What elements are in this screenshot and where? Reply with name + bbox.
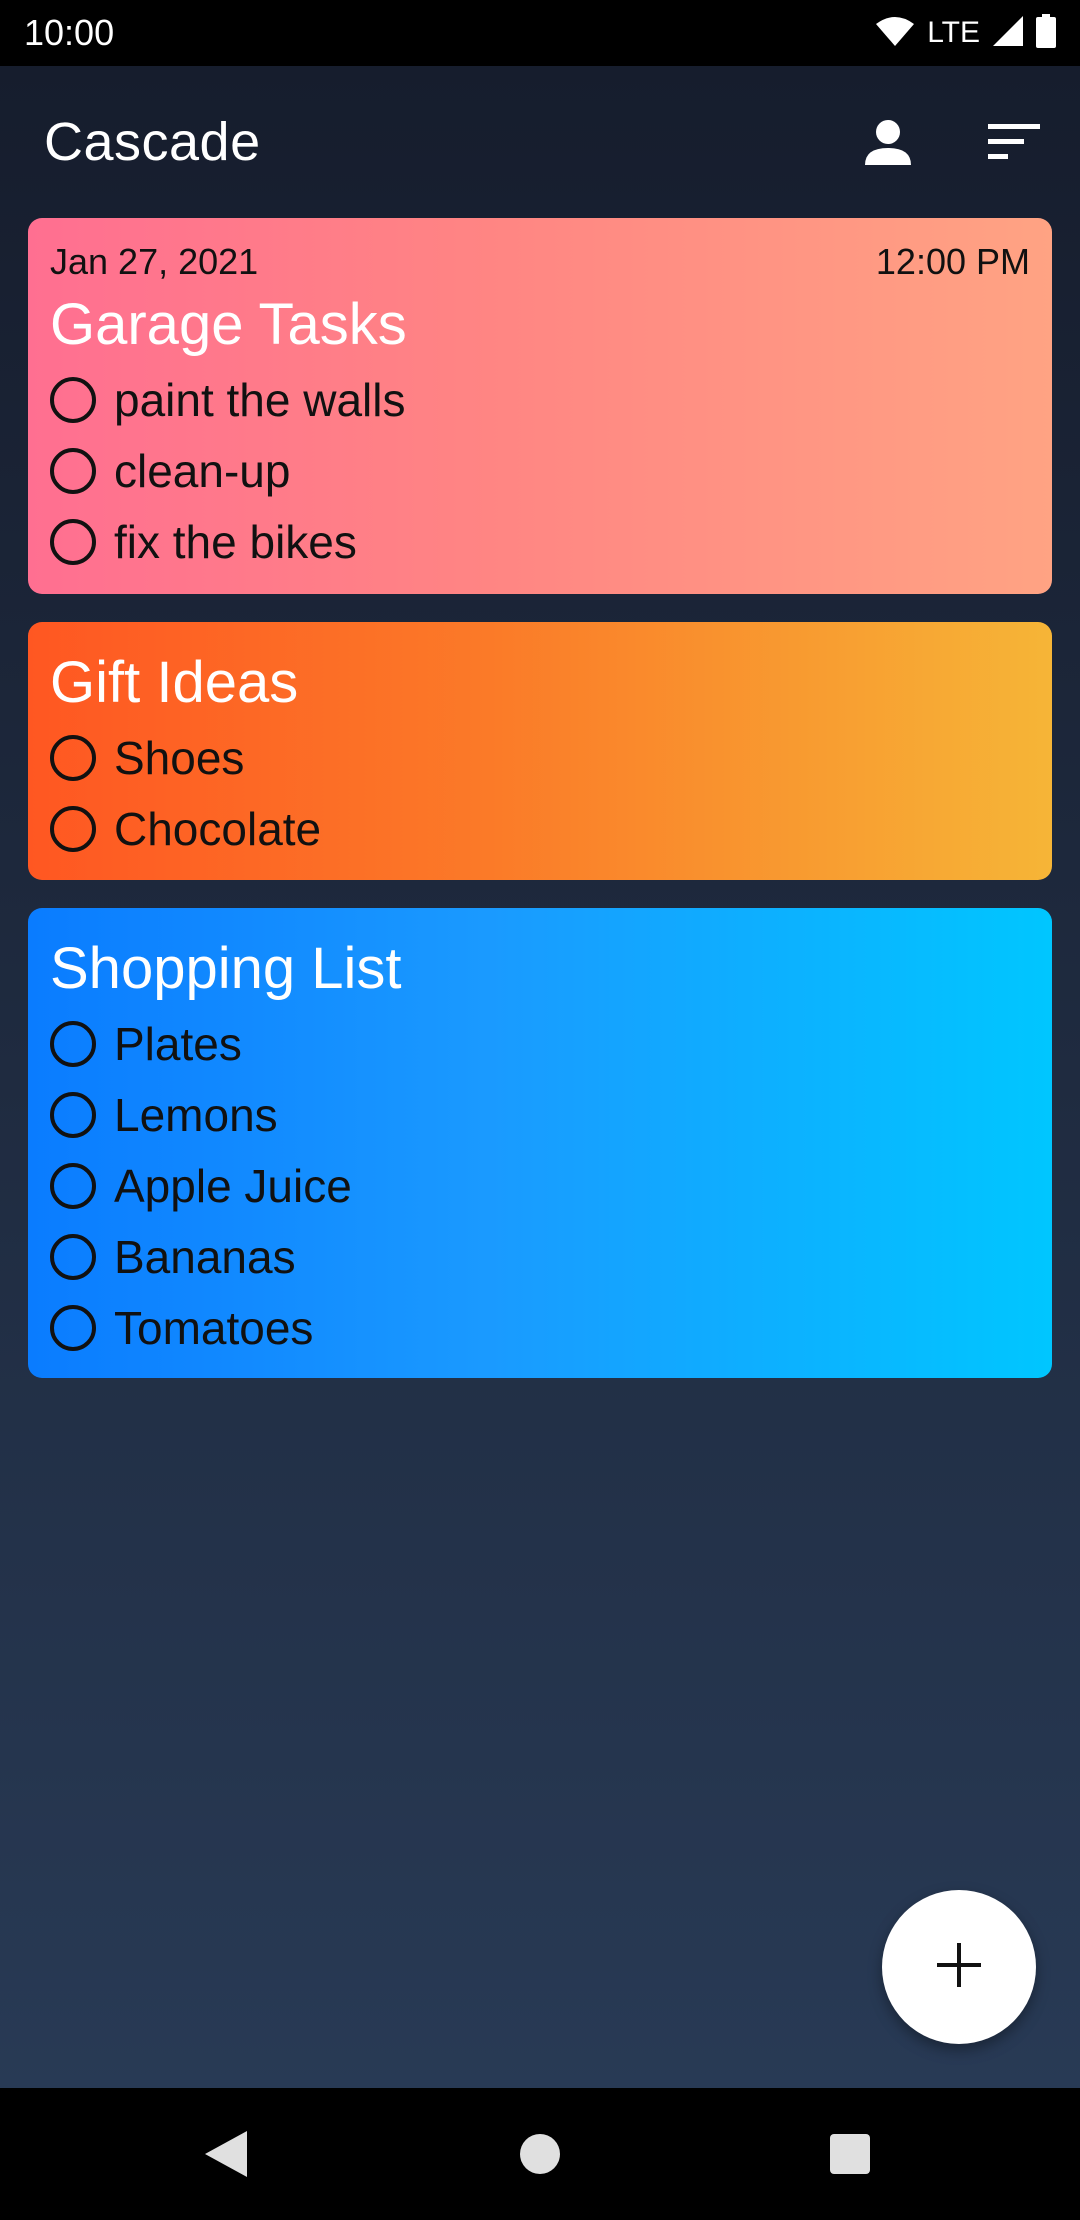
status-bar: 10:00 LTE [0, 0, 1080, 66]
item-label: Plates [114, 1017, 242, 1070]
card-meta: Jan 27, 2021 12:00 PM [50, 238, 1030, 286]
network-type: LTE [927, 16, 980, 49]
item-label: Tomatoes [114, 1301, 314, 1354]
checkbox-circle-icon[interactable] [50, 1091, 96, 1138]
item-label: clean-up [114, 444, 291, 497]
home-icon[interactable] [510, 2124, 570, 2184]
checkbox-circle-icon[interactable] [50, 1020, 96, 1067]
item-label: Apple Juice [114, 1159, 352, 1212]
card-time: 12:00 PM [875, 241, 1030, 282]
item-label: paint the walls [114, 373, 406, 426]
sort-icon[interactable] [984, 112, 1044, 172]
status-icons: LTE [875, 13, 1056, 53]
item-label: Bananas [114, 1230, 296, 1283]
app-title: Cascade [44, 112, 261, 172]
wifi-icon [875, 15, 915, 52]
back-icon[interactable] [196, 2124, 256, 2184]
checklist-item: Lemons [50, 1079, 1030, 1150]
checkbox-circle-icon[interactable] [50, 447, 96, 494]
checkbox-circle-icon[interactable] [50, 734, 96, 781]
app-actions [858, 112, 1044, 172]
checkbox-circle-icon[interactable] [50, 1304, 96, 1351]
checklist-item: Bananas [50, 1221, 1030, 1292]
item-label: fix the bikes [114, 515, 357, 568]
checklist: Shoes Chocolate [50, 722, 1030, 864]
checklist-item: Plates [50, 1008, 1030, 1079]
checklist-item: Apple Juice [50, 1150, 1030, 1221]
checklist-item: Tomatoes [50, 1292, 1030, 1363]
checklist-item: clean-up [50, 435, 1030, 506]
checklist-item: Chocolate [50, 793, 1030, 864]
recents-icon[interactable] [820, 2124, 880, 2184]
plus-icon [937, 1942, 981, 1992]
item-label: Shoes [114, 731, 245, 784]
card-title: Gift Ideas [50, 650, 299, 715]
checkbox-circle-icon[interactable] [50, 1162, 96, 1209]
item-label: Lemons [114, 1088, 278, 1141]
signal-icon [992, 15, 1024, 52]
checkbox-circle-icon[interactable] [50, 518, 96, 565]
checklist-item: fix the bikes [50, 506, 1030, 577]
checklist-item: paint the walls [50, 364, 1030, 435]
system-nav-bar [0, 2088, 1080, 2220]
card-title: Shopping List [50, 936, 402, 1001]
note-card-garage-tasks[interactable]: Jan 27, 2021 12:00 PM Garage Tasks paint… [28, 218, 1052, 594]
checklist-item: Shoes [50, 722, 1030, 793]
account-icon[interactable] [858, 112, 918, 172]
app-bar: Cascade [0, 66, 1080, 218]
checklist: Plates Lemons Apple Juice Bananas Tomato… [50, 1008, 1030, 1363]
app-container: Cascade Jan 27, 2021 12:00 PM Garage Tas… [0, 66, 1080, 2088]
note-card-shopping-list[interactable]: Shopping List Plates Lemons Apple Juice … [28, 908, 1052, 1378]
card-title: Garage Tasks [50, 292, 407, 357]
checkbox-circle-icon[interactable] [50, 1233, 96, 1280]
item-label: Chocolate [114, 802, 322, 855]
checkbox-circle-icon[interactable] [50, 376, 96, 423]
card-date: Jan 27, 2021 [50, 241, 259, 282]
battery-icon [1036, 13, 1056, 53]
checkbox-circle-icon[interactable] [50, 805, 96, 852]
checklist: paint the walls clean-up fix the bikes [50, 364, 1030, 577]
status-time: 10:00 [24, 12, 115, 53]
note-card-gift-ideas[interactable]: Gift Ideas Shoes Chocolate [28, 622, 1052, 880]
add-note-button[interactable] [882, 1890, 1036, 2044]
